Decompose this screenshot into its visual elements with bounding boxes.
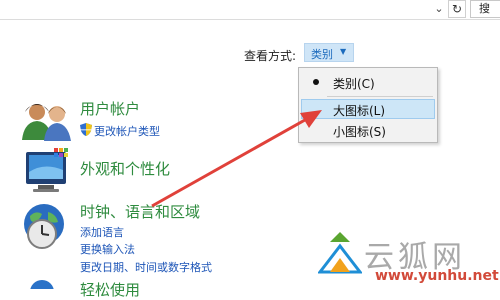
watermark-url: www.yunhu.net <box>375 268 499 284</box>
watermark-logo-icon <box>318 232 362 274</box>
